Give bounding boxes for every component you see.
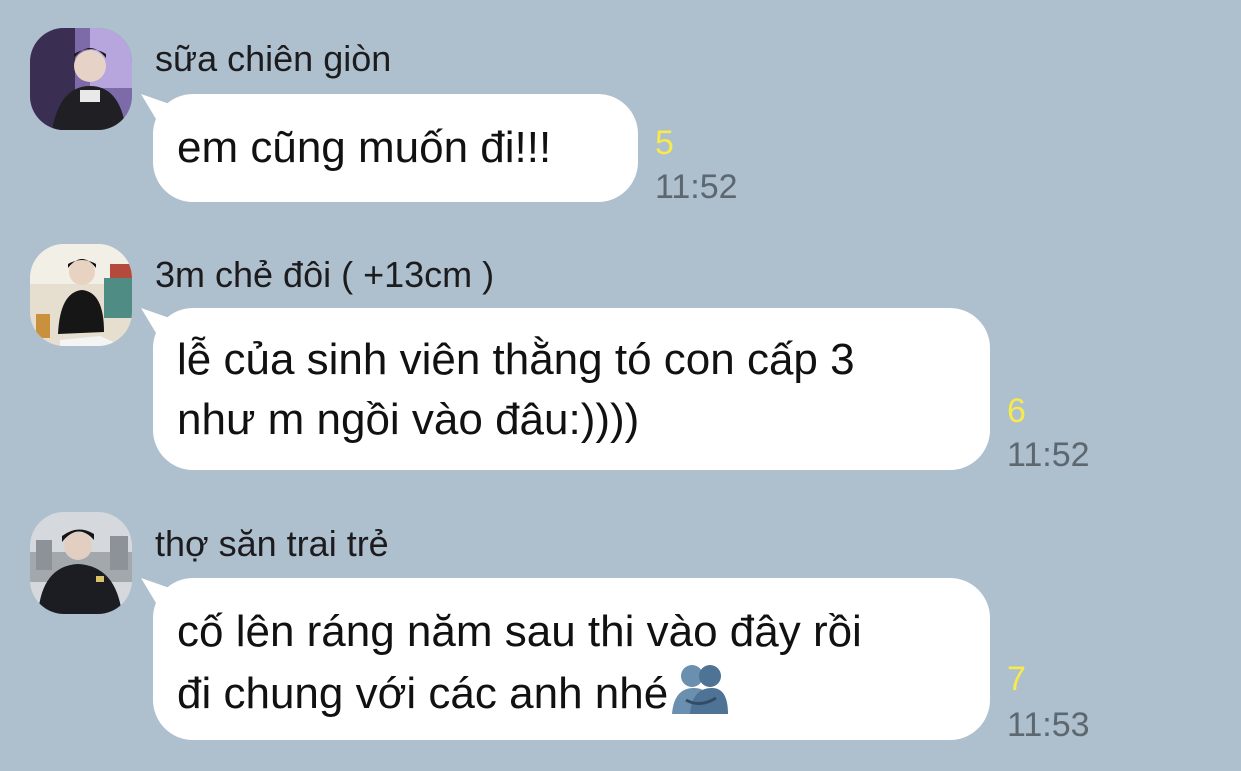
message-time: 11:52: [655, 168, 738, 206]
message-bubble[interactable]: cố lên ráng năm sau thi vào đây rồi đi c…: [153, 578, 990, 740]
message-text: đi chung với các anh nhé: [177, 669, 669, 718]
message-text: em cũng muốn đi!!!: [177, 123, 552, 172]
avatar[interactable]: [30, 28, 132, 130]
read-count: 6: [1007, 392, 1026, 430]
avatar[interactable]: [30, 244, 132, 346]
message-text-line: cố lên ráng năm sau thi vào đây rồi: [177, 607, 862, 656]
sender-name: 3m chẻ đôi ( +13cm ): [155, 254, 495, 295]
message-time: 11:53: [1007, 706, 1090, 744]
people-hugging-icon: [670, 662, 730, 714]
read-count: 5: [655, 124, 674, 162]
message-text-line: lễ của sinh viên thằng tó con cấp 3: [177, 335, 855, 384]
message-time: 11:52: [1007, 436, 1090, 474]
message-bubble[interactable]: em cũng muốn đi!!!: [153, 94, 638, 202]
message-text-line: đi chung với các anh nhé: [177, 662, 966, 724]
sender-name: sữa chiên giòn: [155, 38, 392, 79]
avatar[interactable]: [30, 512, 132, 614]
message-text-line: như m ngồi vào đâu:)))): [177, 395, 640, 444]
sender-name: thợ săn trai trẻ: [155, 523, 389, 564]
read-count: 7: [1007, 660, 1026, 698]
message-bubble[interactable]: lễ của sinh viên thằng tó con cấp 3 như …: [153, 308, 990, 470]
